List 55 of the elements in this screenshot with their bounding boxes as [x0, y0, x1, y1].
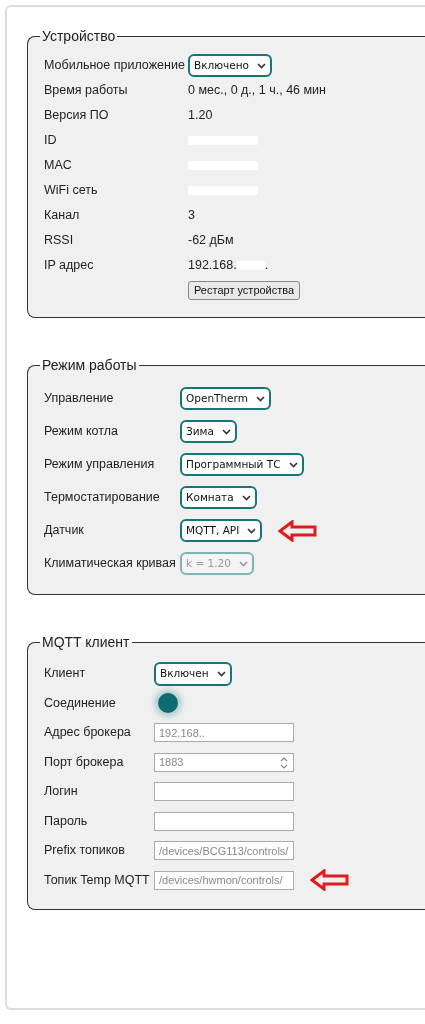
spinner-icon[interactable]: [279, 755, 289, 770]
field-label: Соединение: [44, 694, 117, 712]
field-label: Клиент: [44, 665, 87, 683]
dropdown[interactable]: MQTT, API: [180, 518, 263, 543]
input-field[interactable]: [154, 782, 294, 802]
field-label: Адрес брокера: [44, 724, 132, 742]
field-label: Prefix топиков: [44, 842, 126, 860]
input-field[interactable]: /devices/BCG113/controls/: [154, 841, 294, 861]
dropdown[interactable]: Зима: [180, 419, 237, 444]
field-label: Порт брокера: [44, 753, 125, 771]
field-label: Датчик: [44, 522, 85, 540]
input-field[interactable]: 192.168..: [154, 723, 294, 743]
input-field[interactable]: 1883: [154, 752, 294, 772]
field-label: Версия ПО: [44, 107, 110, 125]
field-value: .: [264, 257, 269, 275]
field-label: MAC: [44, 157, 73, 175]
dropdown[interactable]: Программный ТС: [180, 452, 304, 477]
field-label: Режим управления: [44, 456, 156, 474]
caret-icon: [221, 428, 231, 435]
field-label: Пароль: [44, 812, 89, 830]
restart-button[interactable]: Рестарт устройства: [188, 280, 301, 301]
field-label: Время работы: [44, 82, 129, 100]
field-value: 3: [188, 207, 195, 225]
dropdown[interactable]: OpenTherm: [180, 386, 271, 411]
caret-icon: [241, 494, 251, 501]
field-value: 192.168.: [188, 257, 237, 275]
caret-icon: [216, 670, 226, 677]
input-field[interactable]: [154, 811, 294, 831]
field-label: RSSI: [44, 232, 75, 250]
input-field[interactable]: /devices/hwmon/controls/: [154, 870, 294, 890]
field-label: Логин: [44, 783, 79, 801]
field-label: Термостатирование: [44, 489, 161, 507]
field-label: Топик Temp MQTT: [44, 871, 151, 889]
dropdown[interactable]: Включен: [154, 661, 232, 686]
field-label: Управление: [44, 390, 115, 408]
caret-icon: [238, 560, 248, 567]
caret-icon: [247, 527, 257, 534]
field-label: IP адрес: [44, 257, 95, 275]
field-value: -62 дБм: [188, 232, 234, 250]
field-label: Режим котла: [44, 423, 119, 441]
field-label: ID: [44, 132, 58, 150]
field-label: Климатическая кривая: [44, 555, 177, 573]
dropdown[interactable]: Включено: [188, 53, 273, 78]
section-title: Режим работы: [41, 358, 138, 372]
field-value: 1.20: [188, 107, 213, 125]
section-title: MQTT клиент: [41, 635, 131, 649]
field-label: Мобильное приложение: [44, 57, 186, 75]
caret-icon: [255, 395, 265, 402]
field-label: WiFi сеть: [44, 182, 99, 200]
field-label: Канал: [44, 207, 81, 225]
section-title: Устройство: [41, 29, 117, 43]
field-value: 0 мес., 0 д., 1 ч., 46 мин: [188, 82, 326, 100]
caret-icon: [288, 461, 298, 468]
caret-icon: [257, 62, 267, 69]
dropdown[interactable]: Комната: [180, 485, 257, 510]
